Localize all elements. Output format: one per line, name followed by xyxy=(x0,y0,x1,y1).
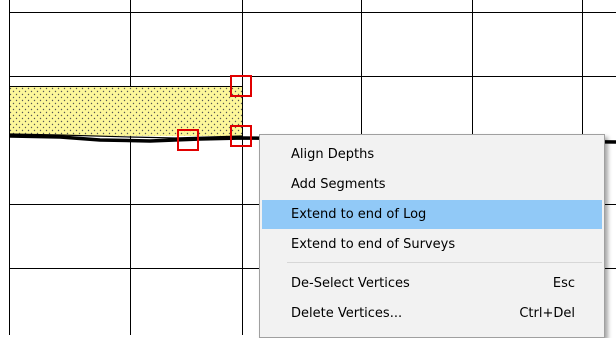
menu-item-add-segments[interactable]: Add Segments xyxy=(262,170,602,199)
menu-item-align-depths[interactable]: Align Depths xyxy=(262,140,602,169)
menu-item-label: Add Segments xyxy=(291,177,386,192)
menu-separator xyxy=(287,262,602,263)
menu-item-delete-vertices[interactable]: Delete Vertices... Ctrl+Del xyxy=(262,299,602,328)
menu-item-label: Extend to end of Log xyxy=(291,207,427,222)
menu-item-extend-to-end-of-log[interactable]: Extend to end of Log xyxy=(262,200,602,229)
menu-item-label: De-Select Vertices xyxy=(291,276,410,291)
menu-item-deselect-vertices[interactable]: De-Select Vertices Esc xyxy=(262,269,602,298)
context-menu: Align Depths Add Segments Extend to end … xyxy=(259,134,605,338)
menu-item-shortcut: Esc xyxy=(552,276,575,291)
menu-item-label: Align Depths xyxy=(291,147,375,162)
menu-item-shortcut: Ctrl+Del xyxy=(519,306,575,321)
menu-item-extend-to-end-of-surveys[interactable]: Extend to end of Surveys xyxy=(262,230,602,259)
menu-item-label: Delete Vertices... xyxy=(291,306,403,321)
menu-item-label: Extend to end of Surveys xyxy=(291,237,456,252)
lithology-band-pattern xyxy=(10,86,242,136)
